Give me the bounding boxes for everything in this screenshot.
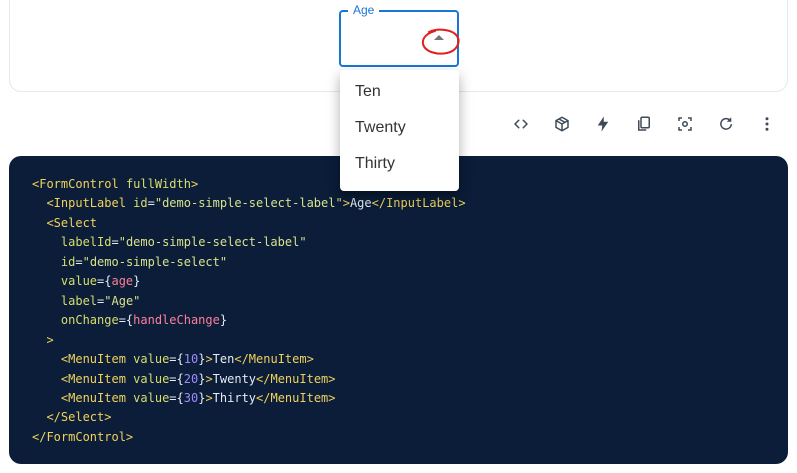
code-line: onChange={handleChange} — [32, 313, 227, 327]
code-token: > — [190, 177, 199, 191]
code-line: <MenuItem value={20}>Twenty</MenuItem> — [32, 372, 336, 386]
red-circle-annotation-icon — [421, 28, 460, 55]
code-token: > — [342, 196, 350, 211]
code-line: value={age} — [32, 274, 141, 289]
code-token: value — [60, 274, 98, 289]
code-token: 10 — [183, 352, 199, 367]
code-token: Age — [349, 196, 372, 211]
code-line: > — [32, 332, 54, 347]
code-token: value — [133, 371, 170, 386]
code-token: "demo-simple-select" — [82, 254, 228, 269]
code-token: </MenuItem> — [256, 371, 336, 386]
code-token: Thirty — [212, 390, 257, 405]
copy-icon[interactable] — [629, 112, 659, 136]
code-token: <FormControl — [32, 177, 119, 191]
code-line: label="Age" — [32, 294, 140, 308]
code-token: value — [133, 352, 170, 367]
code-line: <FormControl fullWidth> — [32, 177, 198, 191]
code-token: age — [111, 274, 134, 289]
code-token: ={ — [169, 390, 184, 405]
code-line: </FormControl> — [32, 430, 133, 444]
code-token: </Select> — [46, 410, 112, 425]
code-token: ={ — [169, 352, 184, 367]
code-token: 30 — [183, 390, 199, 405]
menu-item-twenty[interactable]: Twenty — [340, 110, 459, 146]
code-token: <MenuItem — [60, 390, 126, 405]
menu-item-ten[interactable]: Ten — [340, 74, 459, 110]
code-token: ={ — [97, 274, 112, 289]
code-token: <MenuItem — [60, 371, 126, 386]
code-token: id — [60, 254, 76, 269]
code-token: <MenuItem — [60, 352, 126, 367]
code-token: </FormControl> — [32, 429, 134, 444]
code-token: labelId — [60, 235, 112, 250]
code-line: <InputLabel id="demo-simple-select-label… — [32, 196, 466, 211]
code-token: > — [46, 332, 54, 347]
code-token: > — [205, 371, 213, 386]
code-token: } — [219, 313, 228, 328]
codesandbox-icon[interactable] — [547, 112, 577, 136]
code-token: > — [205, 390, 213, 405]
code-token: </MenuItem> — [234, 352, 314, 367]
reset-demo-icon[interactable] — [711, 112, 741, 136]
code-token: label — [60, 293, 98, 308]
reset-focus-icon[interactable] — [670, 112, 700, 136]
code-token: handleChange — [133, 313, 220, 328]
code-token: Ten — [212, 352, 235, 367]
code-token: </InputLabel> — [371, 196, 466, 211]
code-token: = — [147, 196, 155, 211]
code-line: id="demo-simple-select" — [32, 255, 227, 269]
code-token: Twenty — [212, 371, 257, 386]
code-token: fullWidth — [125, 177, 191, 191]
code-line: <Select — [32, 216, 97, 230]
age-options-menu: Ten Twenty Thirty — [340, 70, 459, 191]
code-snippet[interactable]: <FormControl fullWidth> <InputLabel id="… — [32, 175, 466, 447]
code-token: ={ — [118, 313, 134, 328]
code-icon[interactable] — [506, 112, 536, 136]
code-line: </Select> — [32, 410, 111, 424]
code-token: 20 — [183, 371, 199, 386]
code-line: labelId="demo-simple-select-label" — [32, 235, 307, 249]
more-options-icon[interactable] — [752, 112, 782, 136]
code-token: id — [133, 196, 148, 211]
code-token: value — [133, 390, 170, 405]
code-line: <MenuItem value={10}>Ten</MenuItem> — [32, 352, 314, 366]
code-token: onChange — [60, 313, 119, 328]
code-token: <Select — [46, 215, 98, 230]
code-token: </MenuItem> — [256, 390, 336, 405]
stackblitz-icon[interactable] — [588, 112, 618, 136]
code-line: <MenuItem value={30}>Thirty</MenuItem> — [32, 391, 336, 405]
code-token: = — [111, 235, 119, 250]
age-select-label: Age — [348, 3, 380, 17]
code-token: > — [205, 352, 213, 367]
code-token: <InputLabel — [46, 196, 126, 211]
code-token: ={ — [169, 371, 184, 386]
code-token: = — [75, 254, 83, 269]
menu-item-thirty[interactable]: Thirty — [340, 146, 459, 182]
code-token: "demo-simple-select-label" — [118, 235, 307, 250]
code-token: "Age" — [104, 293, 141, 308]
code-token: "demo-simple-select-label" — [154, 196, 343, 211]
code-token: } — [133, 274, 141, 289]
